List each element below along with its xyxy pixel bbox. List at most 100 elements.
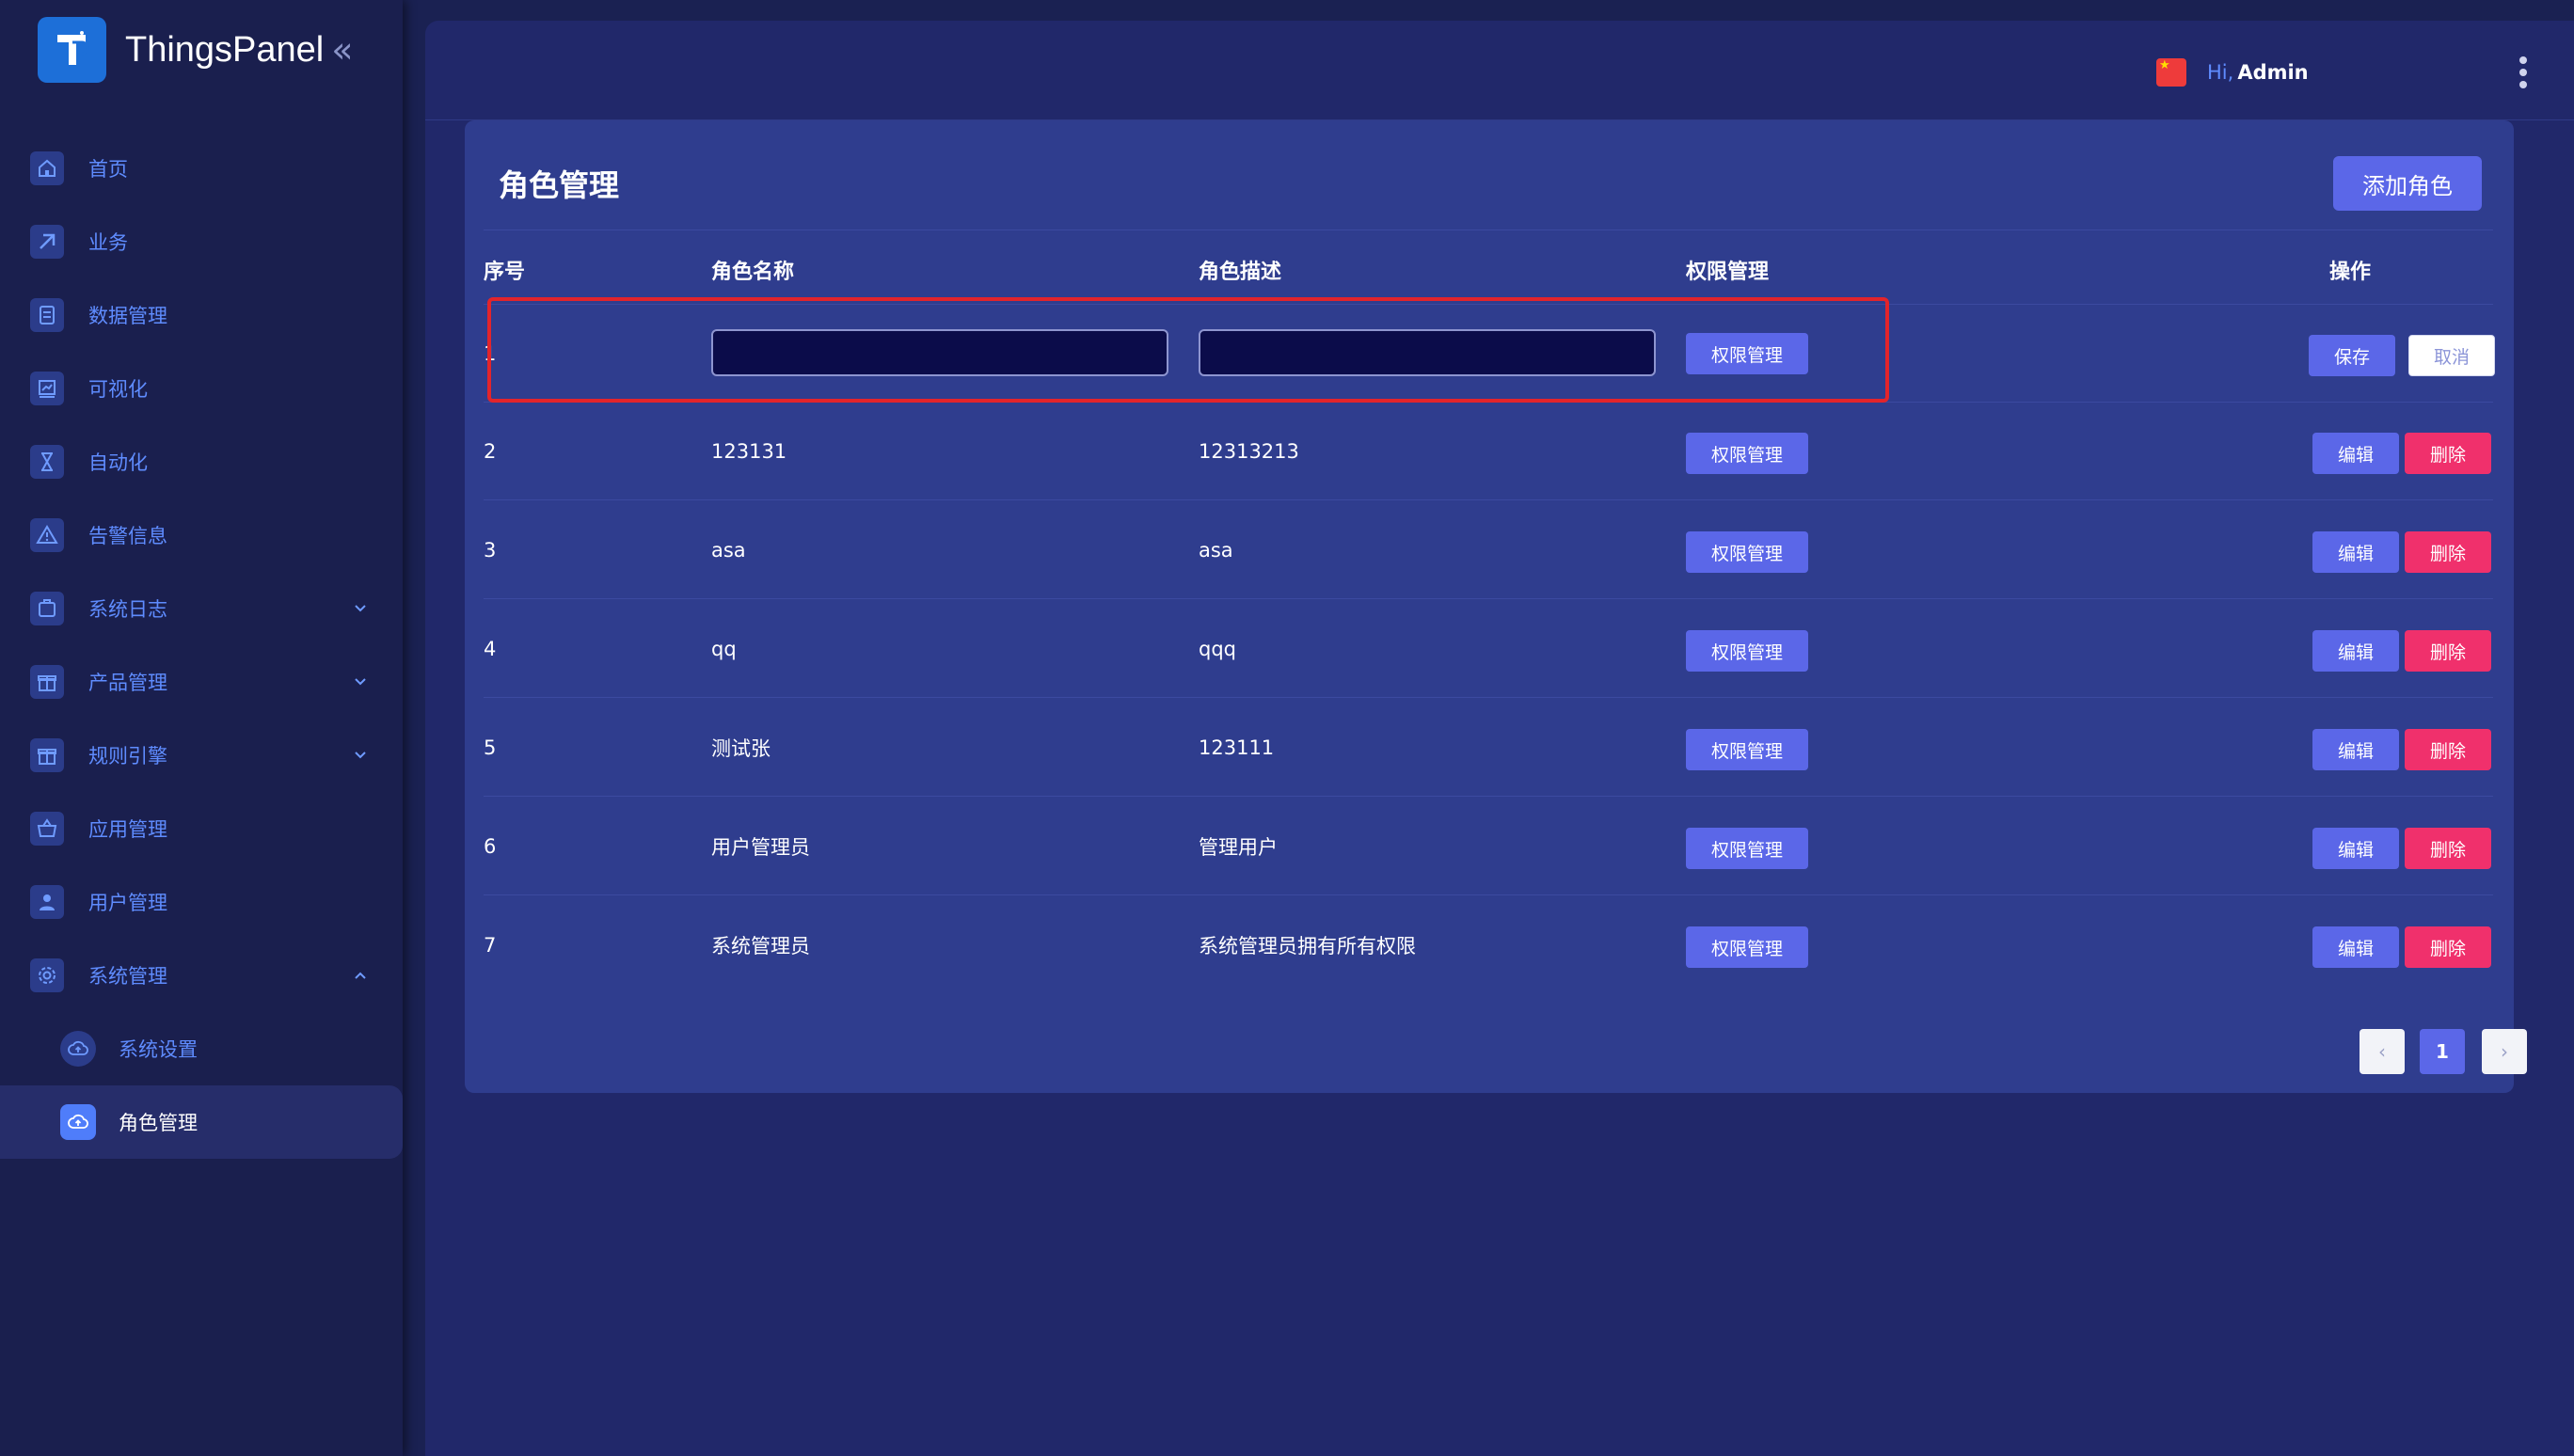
edit-button[interactable]: 编辑 <box>2312 630 2399 672</box>
pagination-next-button[interactable]: › <box>2482 1029 2527 1074</box>
permission-button[interactable]: 权限管理 <box>1686 630 1808 672</box>
data-icon <box>30 298 64 332</box>
header: ★ Hi, Admin <box>425 21 2574 120</box>
sidebar-item-visualization[interactable]: 可视化 <box>0 352 403 425</box>
role-desc-input[interactable] <box>1199 329 1656 376</box>
cloud-upload-icon <box>60 1031 96 1067</box>
logo[interactable]: ThingsPanel « <box>38 17 354 83</box>
user-greeting[interactable]: Hi, Admin <box>2207 58 2309 87</box>
role-desc: qqq <box>1199 638 1236 660</box>
app-name: ThingsPanel <box>125 29 325 70</box>
delete-button[interactable]: 删除 <box>2405 828 2491 869</box>
edit-button[interactable]: 编辑 <box>2312 433 2399 474</box>
sidebar-item-label: 规则引擎 <box>88 745 167 768</box>
add-role-button[interactable]: 添加角色 <box>2333 156 2482 211</box>
save-button[interactable]: 保存 <box>2309 335 2395 376</box>
row-index: 2 <box>484 440 497 463</box>
sidebar-item-label: 可视化 <box>88 378 148 401</box>
cancel-button[interactable]: 取消 <box>2408 335 2495 376</box>
table-row: 2 123131 12313213 权限管理 编辑 删除 <box>484 403 2493 500</box>
edit-button[interactable]: 编辑 <box>2312 926 2399 968</box>
cloud-upload-icon <box>60 1104 96 1140</box>
role-name: qq <box>711 638 737 660</box>
delete-button[interactable]: 删除 <box>2405 729 2491 770</box>
thingspanel-logo-icon <box>38 17 106 83</box>
sidebar-item-system-management[interactable]: 系统管理 <box>0 939 403 1012</box>
chevron-up-icon[interactable] <box>350 965 371 986</box>
edit-button[interactable]: 编辑 <box>2312 531 2399 573</box>
permission-button[interactable]: 权限管理 <box>1686 531 1808 573</box>
sidebar-item-home[interactable]: 首页 <box>0 132 403 205</box>
row-index: 4 <box>484 638 497 660</box>
permission-button[interactable]: 权限管理 <box>1686 333 1808 374</box>
chevron-down-icon[interactable] <box>350 598 371 619</box>
table-row: 4 qq qqq 权限管理 编辑 删除 <box>484 600 2493 698</box>
column-header-index: 序号 <box>484 261 526 284</box>
permission-button[interactable]: 权限管理 <box>1686 828 1808 869</box>
gear-icon <box>30 958 64 992</box>
sidebar-item-role-management[interactable]: 角色管理 <box>0 1085 403 1159</box>
sidebar-item-products[interactable]: 产品管理 <box>0 645 403 719</box>
delete-button[interactable]: 删除 <box>2405 926 2491 968</box>
sidebar-item-business[interactable]: 业务 <box>0 205 403 278</box>
delete-button[interactable]: 删除 <box>2405 433 2491 474</box>
edit-button[interactable]: 编辑 <box>2312 828 2399 869</box>
sidebar-item-automation[interactable]: 自动化 <box>0 425 403 499</box>
role-name: 用户管理员 <box>711 836 810 859</box>
user-icon <box>30 885 64 919</box>
more-vertical-icon[interactable] <box>2516 56 2531 88</box>
sidebar-item-label: 系统日志 <box>88 598 167 621</box>
pagination-prev-button[interactable]: ‹ <box>2360 1029 2405 1074</box>
page-title: 角色管理 <box>499 167 620 203</box>
main-content: ★ Hi, Admin 角色管理 添加角色 序号 角色名称 角色描述 权限管理 操… <box>425 21 2574 1456</box>
table-row: 7 系统管理员 系统管理员拥有所有权限 权限管理 编辑 删除 <box>484 896 2493 994</box>
edit-button[interactable]: 编辑 <box>2312 729 2399 770</box>
sidebar-item-label: 业务 <box>88 231 128 254</box>
chevron-down-icon[interactable] <box>350 672 371 692</box>
permission-button[interactable]: 权限管理 <box>1686 433 1808 474</box>
column-header-role-name: 角色名称 <box>711 261 795 284</box>
sidebar-item-apps[interactable]: 应用管理 <box>0 792 403 865</box>
basket-icon <box>30 812 64 846</box>
role-management-card: 角色管理 添加角色 序号 角色名称 角色描述 权限管理 操作 1 权限管理 保存… <box>465 120 2527 1093</box>
sidebar-item-data[interactable]: 数据管理 <box>0 278 403 352</box>
role-name: 测试张 <box>711 737 771 760</box>
sidebar-item-rules[interactable]: 规则引擎 <box>0 719 403 792</box>
row-index: 5 <box>484 736 497 759</box>
chevron-down-icon[interactable] <box>350 745 371 766</box>
role-desc: 123111 <box>1199 736 1275 759</box>
table-row-editing: 1 权限管理 保存 取消 <box>484 305 2495 403</box>
china-flag-icon[interactable]: ★ <box>2156 58 2186 87</box>
sidebar-item-label: 系统管理 <box>88 965 167 988</box>
row-index: 7 <box>484 934 497 957</box>
sidebar-item-label: 产品管理 <box>88 672 167 694</box>
role-name: asa <box>711 539 746 562</box>
permission-button[interactable]: 权限管理 <box>1686 926 1808 968</box>
collapse-sidebar-icon[interactable]: « <box>331 32 353 68</box>
role-desc: 系统管理员拥有所有权限 <box>1199 935 1416 957</box>
row-index: 6 <box>484 835 497 858</box>
delete-button[interactable]: 删除 <box>2405 531 2491 573</box>
business-icon <box>30 225 64 259</box>
column-header-permissions: 权限管理 <box>1686 261 1770 284</box>
permission-button[interactable]: 权限管理 <box>1686 729 1808 770</box>
column-header-actions: 操作 <box>2329 261 2372 284</box>
pagination-page-1[interactable]: 1 <box>2420 1029 2465 1074</box>
sidebar-item-label: 告警信息 <box>88 525 167 547</box>
sidebar-item-label: 应用管理 <box>88 818 167 841</box>
sidebar-item-label: 系统设置 <box>119 1038 198 1061</box>
sidebar-item-system-log[interactable]: 系统日志 <box>0 572 403 645</box>
sidebar-item-users[interactable]: 用户管理 <box>0 865 403 939</box>
sidebar-item-label: 首页 <box>88 158 128 181</box>
sidebar-item-label: 角色管理 <box>119 1112 198 1134</box>
gift-icon <box>30 665 64 699</box>
row-index: 1 <box>484 342 497 365</box>
table-row: 5 测试张 123111 权限管理 编辑 删除 <box>484 699 2493 797</box>
role-name: 系统管理员 <box>711 935 810 957</box>
role-name-input[interactable] <box>711 329 1168 376</box>
sidebar-item-alerts[interactable]: 告警信息 <box>0 499 403 572</box>
hourglass-icon <box>30 445 64 479</box>
delete-button[interactable]: 删除 <box>2405 630 2491 672</box>
greeting-hi: Hi, <box>2207 61 2234 84</box>
sidebar-item-system-settings[interactable]: 系统设置 <box>0 1012 403 1085</box>
